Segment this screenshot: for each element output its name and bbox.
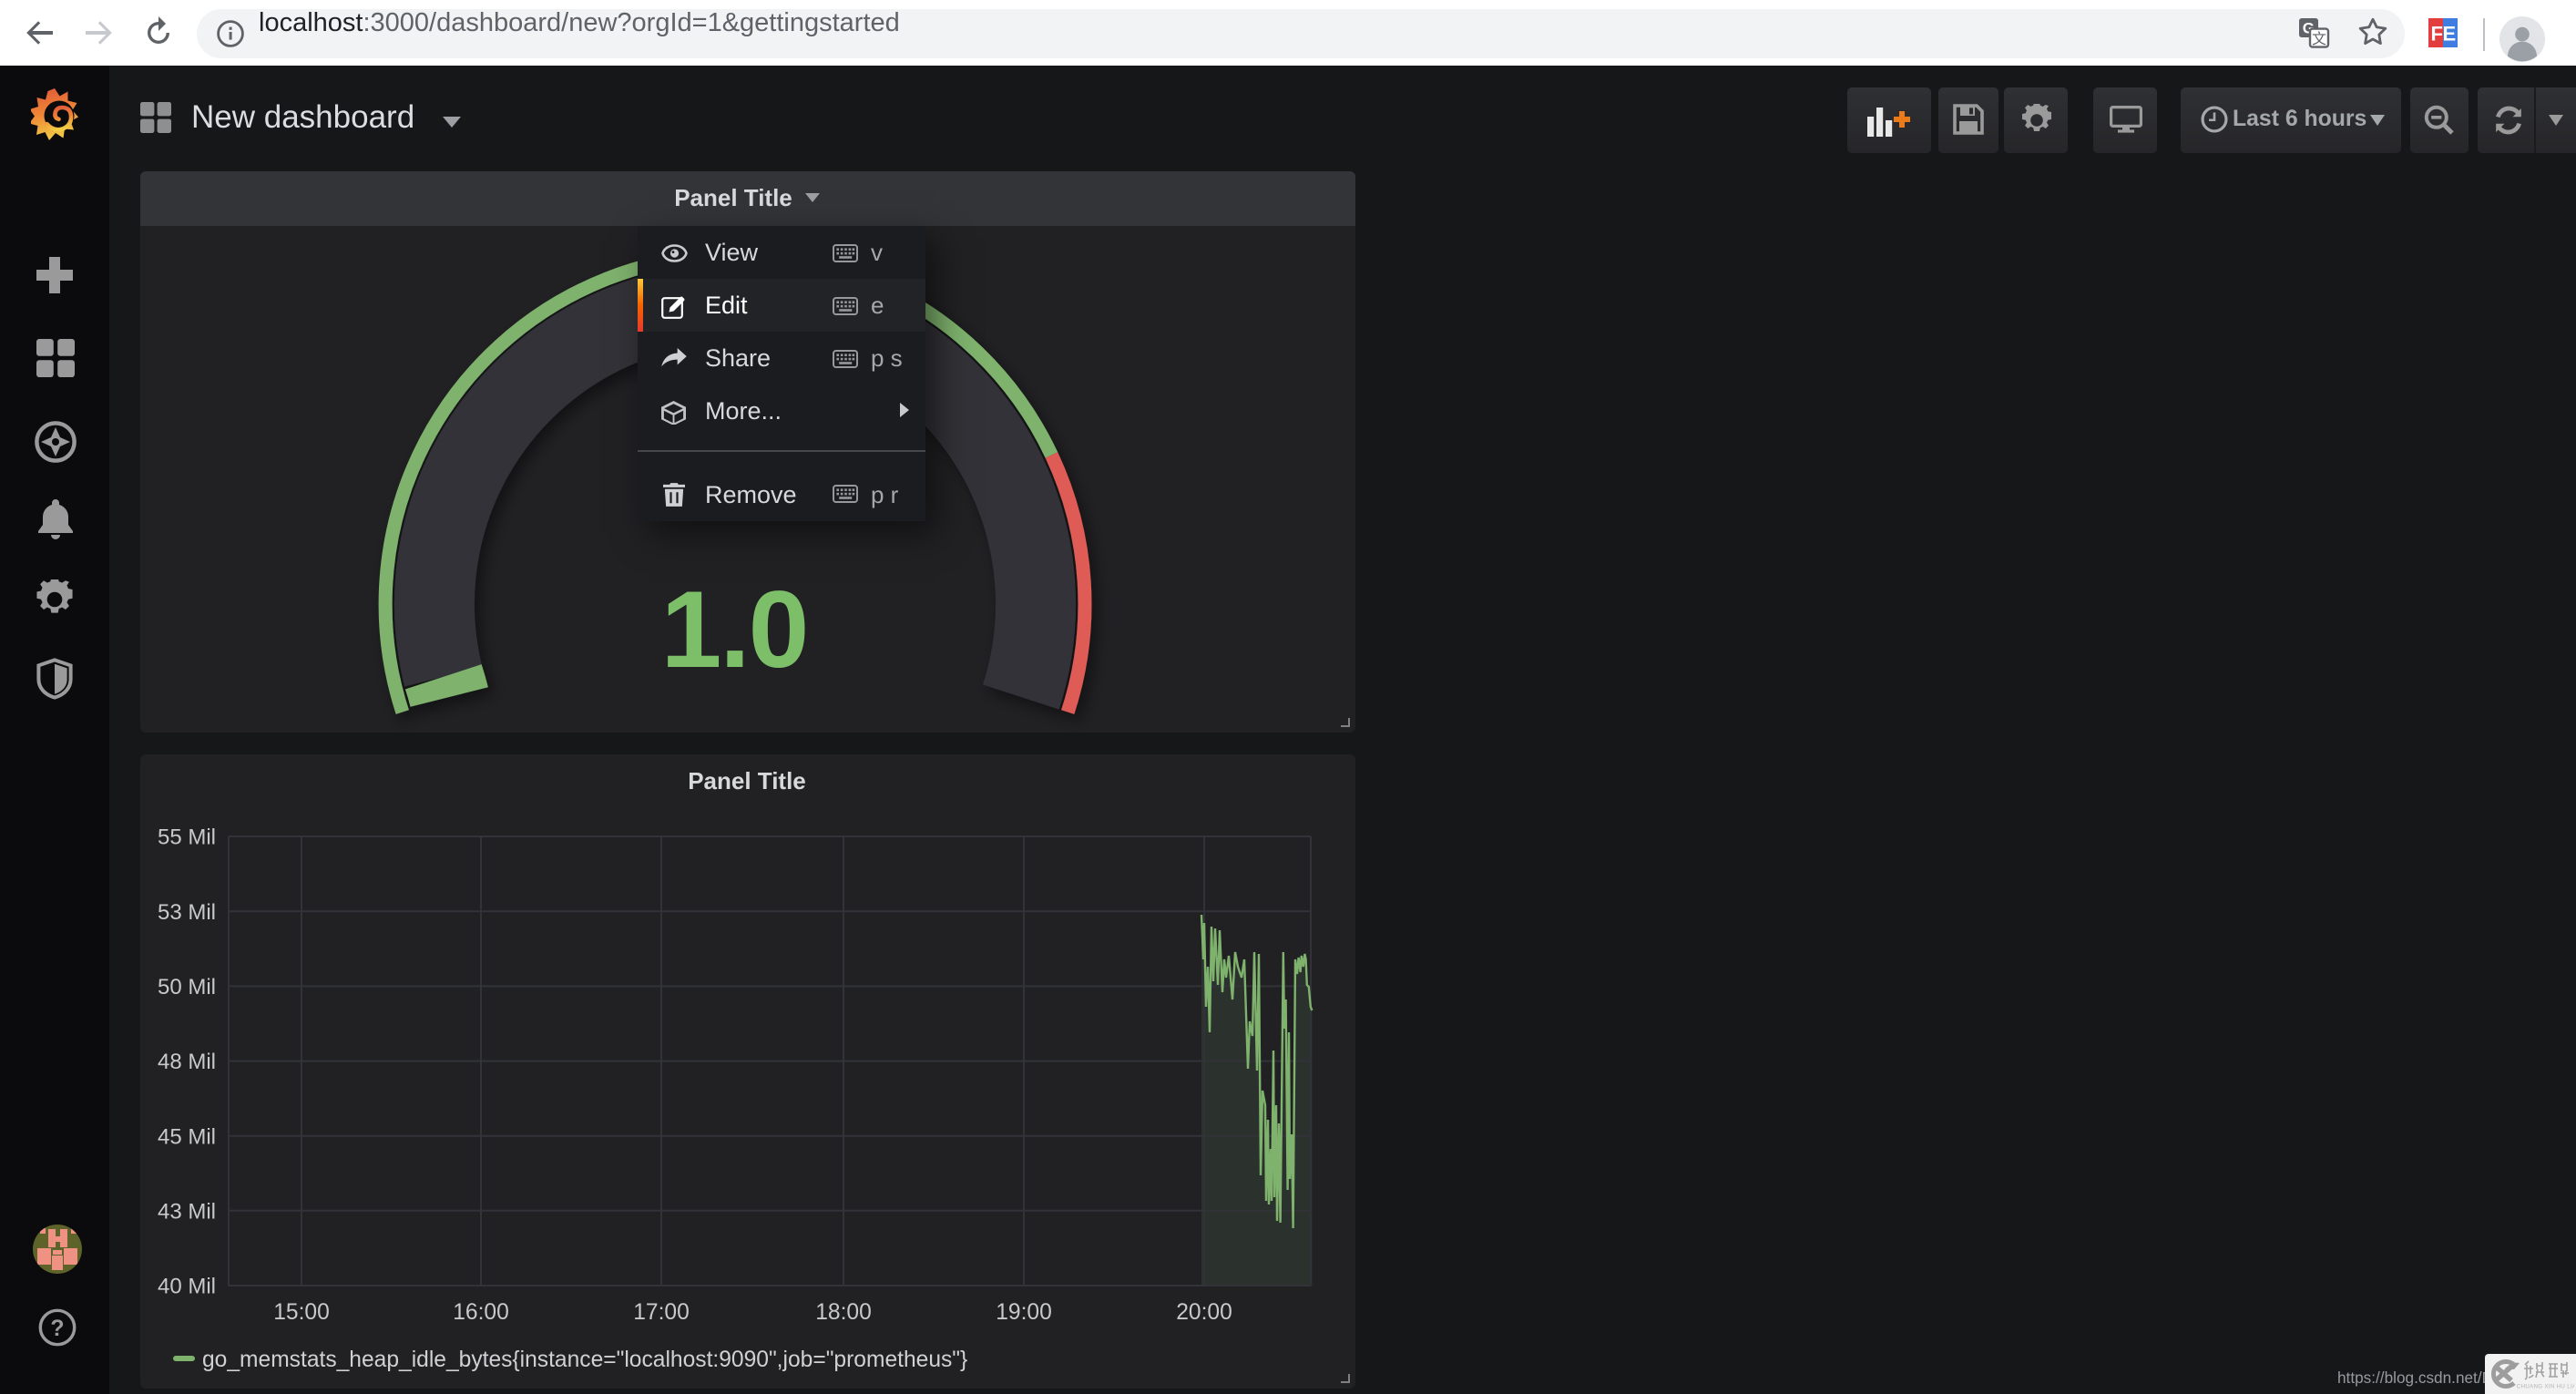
svg-text:40 Mil: 40 Mil bbox=[157, 1275, 215, 1299]
svg-text:17:00: 17:00 bbox=[632, 1300, 689, 1325]
svg-text:55 Mil: 55 Mil bbox=[157, 825, 215, 850]
svg-text:?: ? bbox=[49, 1317, 63, 1341]
svg-text:18:00: 18:00 bbox=[814, 1300, 871, 1325]
svg-text:F: F bbox=[2429, 23, 2441, 46]
svg-text:20:00: 20:00 bbox=[1175, 1300, 1232, 1325]
svg-text:16:00: 16:00 bbox=[452, 1300, 508, 1325]
svg-text:43 Mil: 43 Mil bbox=[157, 1199, 215, 1224]
svg-text:E: E bbox=[2441, 23, 2455, 46]
svg-text:45 Mil: 45 Mil bbox=[157, 1124, 215, 1149]
svg-text:48 Mil: 48 Mil bbox=[157, 1050, 215, 1074]
svg-text:19:00: 19:00 bbox=[995, 1300, 1051, 1325]
svg-text:50 Mil: 50 Mil bbox=[157, 975, 215, 999]
svg-text:CHUANG XIN HU LIAN: CHUANG XIN HU LIAN bbox=[2517, 1384, 2574, 1390]
svg-text:15:00: 15:00 bbox=[272, 1300, 329, 1325]
svg-text:文: 文 bbox=[2312, 31, 2326, 47]
svg-text:53 Mil: 53 Mil bbox=[157, 900, 215, 925]
